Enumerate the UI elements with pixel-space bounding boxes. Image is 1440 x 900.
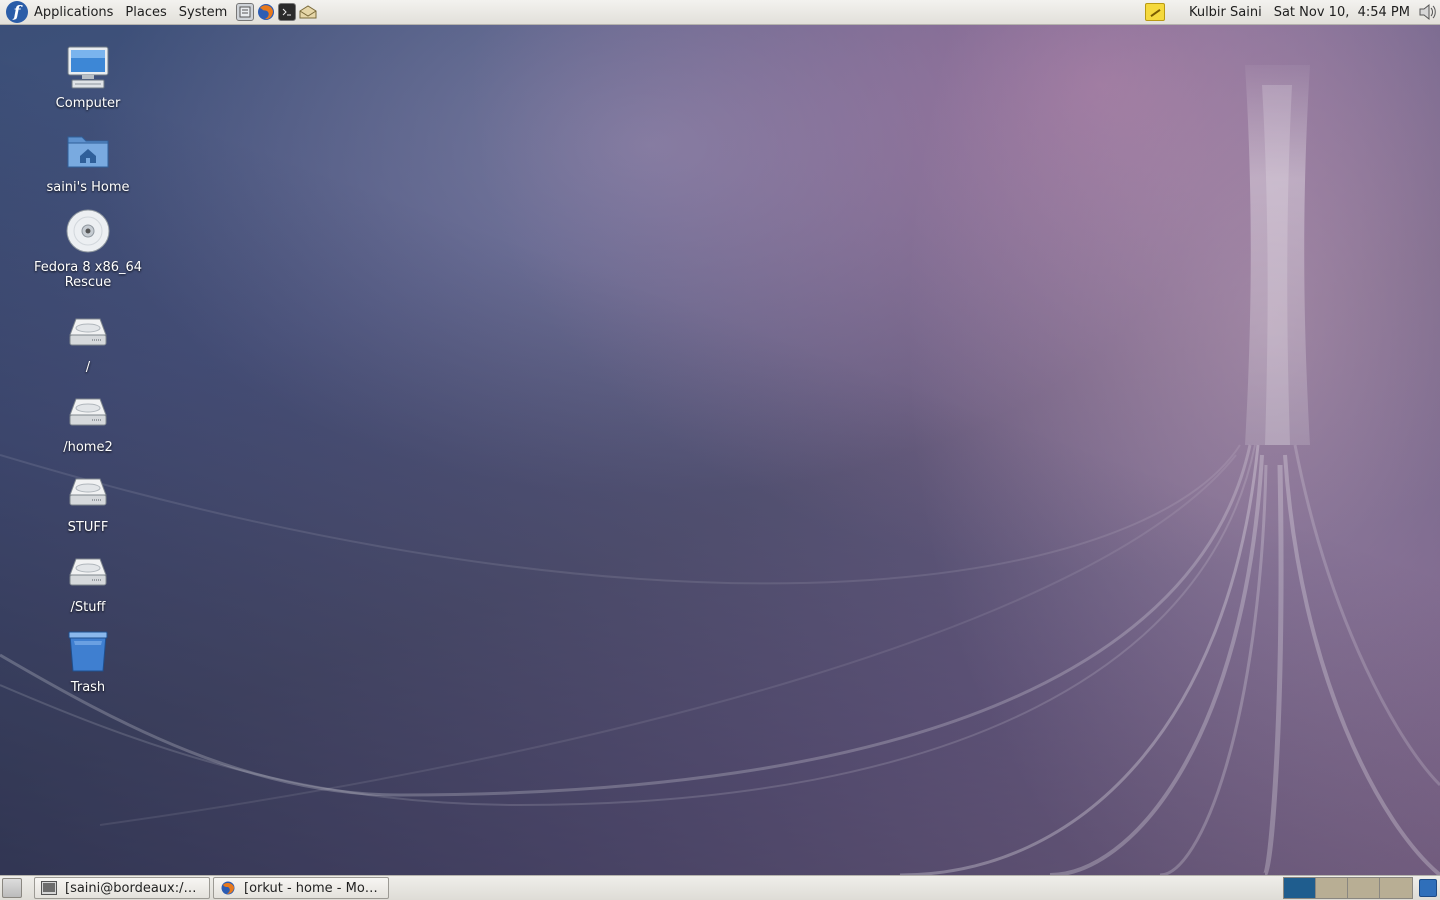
firefox-launcher-icon[interactable]	[257, 3, 275, 21]
desktop-icon-label: saini's Home	[46, 180, 130, 195]
trash-icon	[64, 627, 112, 675]
desktop-icon-computer[interactable]: Computer	[28, 43, 148, 111]
volume-icon[interactable]	[1418, 3, 1438, 21]
harddisk-icon	[64, 467, 112, 515]
clock[interactable]: Sat Nov 10, 4:54 PM	[1268, 5, 1416, 20]
desktop-icon-stuff-mount[interactable]: /Stuff	[28, 547, 148, 615]
wallpaper-swoosh	[0, 65, 1440, 875]
desktop-icon-label: /home2	[63, 440, 113, 455]
mail-launcher-icon[interactable]	[299, 3, 317, 21]
desktop-icon-label: STUFF	[67, 520, 109, 535]
workspace-2[interactable]	[1316, 878, 1348, 898]
desktop-icon-label: Computer	[55, 96, 121, 111]
cdrom-icon	[64, 207, 112, 255]
desktop-icon-home[interactable]: saini's Home	[28, 127, 148, 195]
menu-system[interactable]: System	[173, 5, 233, 20]
fedora-logo-icon[interactable]: f	[6, 1, 28, 23]
desktop-icon-root-drive[interactable]: /	[28, 307, 148, 375]
panel-right-area: Kulbir Saini Sat Nov 10, 4:54 PM	[1144, 0, 1440, 24]
desktop-icon-label: /	[85, 360, 91, 375]
menu-places[interactable]: Places	[119, 5, 172, 20]
harddisk-icon	[64, 547, 112, 595]
desktop-icon-label: /Stuff	[70, 600, 106, 615]
desktop-icon-cdrom[interactable]: Fedora 8 x86_64 Rescue	[28, 207, 148, 290]
menu-applications[interactable]: Applications	[28, 5, 119, 20]
firefox-icon	[220, 881, 236, 895]
workspace-3[interactable]	[1348, 878, 1380, 898]
desktop-icon-label: Fedora 8 x86_64 Rescue	[33, 260, 143, 290]
desktop-background[interactable]: Computer saini's Home Fedora 8 x86_64 Re…	[0, 25, 1440, 875]
workspace-switcher	[1283, 877, 1413, 899]
bottom-panel: [saini@bordeaux:/ho… [orkut - home - Moz…	[0, 875, 1440, 900]
user-name[interactable]: Kulbir Saini	[1183, 5, 1268, 20]
sticky-notes-icon[interactable]	[1144, 3, 1165, 21]
terminal-icon	[41, 881, 57, 895]
harddisk-icon	[64, 307, 112, 355]
trash-applet-icon[interactable]	[1419, 879, 1437, 897]
home-folder-icon	[64, 127, 112, 175]
terminal-launcher-icon[interactable]	[278, 3, 297, 21]
taskbar-button-label: [orkut - home - Mozil…	[244, 880, 382, 896]
taskbar-button-firefox[interactable]: [orkut - home - Mozil…	[213, 877, 389, 899]
desktop-icon-home2-drive[interactable]: /home2	[28, 387, 148, 455]
workspace-4[interactable]	[1380, 878, 1412, 898]
taskbar-button-terminal[interactable]: [saini@bordeaux:/ho…	[34, 877, 210, 899]
computer-icon	[64, 43, 112, 91]
desktop-icon-label: Trash	[70, 680, 106, 695]
workspace-1[interactable]	[1284, 878, 1316, 898]
desktop-icon-trash[interactable]: Trash	[28, 627, 148, 695]
file-manager-launcher-icon[interactable]	[236, 3, 255, 21]
harddisk-icon	[64, 387, 112, 435]
show-desktop-button[interactable]	[2, 878, 22, 898]
top-panel: f Applications Places System Kulbir Sain…	[0, 0, 1440, 25]
desktop-icon-stuff-drive[interactable]: STUFF	[28, 467, 148, 535]
taskbar-button-label: [saini@bordeaux:/ho…	[65, 880, 203, 896]
